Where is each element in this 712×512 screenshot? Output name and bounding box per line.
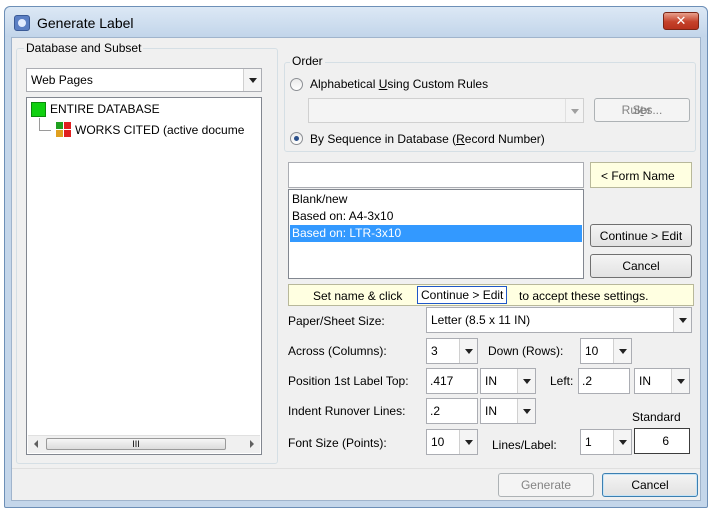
- left-position-label: Left:: [550, 374, 574, 388]
- chevron-down-icon[interactable]: [613, 430, 631, 454]
- form-name-tag: < Form Name: [590, 162, 692, 188]
- database-select[interactable]: Web Pages: [26, 68, 262, 92]
- top-position-label: Position 1st Label Top:: [288, 374, 409, 388]
- sequence-radio[interactable]: [290, 132, 303, 145]
- lines-select[interactable]: 1: [580, 429, 632, 455]
- alphabetical-label[interactable]: Alphabetical Using Custom Rules: [310, 77, 488, 91]
- hint-continue-link[interactable]: Continue > Edit: [417, 286, 508, 304]
- top-unit-select[interactable]: IN: [480, 368, 536, 394]
- tree-connector: [39, 118, 40, 130]
- alphabetical-radio[interactable]: [290, 78, 303, 91]
- paper-size-label: Paper/Sheet Size:: [288, 314, 385, 328]
- chevron-down-icon[interactable]: [459, 339, 477, 363]
- grid-icon: [56, 122, 72, 138]
- list-item[interactable]: Based on: LTR-3x10: [290, 225, 582, 242]
- horizontal-scrollbar[interactable]: III: [28, 435, 260, 453]
- custom-rules-select[interactable]: [308, 98, 584, 123]
- standard-input[interactable]: 6: [634, 428, 690, 454]
- chevron-down-icon[interactable]: [565, 99, 583, 122]
- app-icon: [14, 15, 30, 31]
- cancel-button[interactable]: Cancel: [602, 473, 698, 497]
- database-group-label: Database and Subset: [24, 41, 144, 55]
- database-select-value: Web Pages: [31, 73, 93, 87]
- subset-tree[interactable]: ENTIRE DATABASE WORKS CITED (active docu…: [26, 97, 262, 455]
- chevron-down-icon[interactable]: [459, 430, 477, 454]
- scroll-right-icon[interactable]: [250, 440, 254, 448]
- chevron-down-icon[interactable]: [517, 369, 535, 393]
- scroll-left-icon[interactable]: [34, 440, 38, 448]
- generate-button[interactable]: Generate: [498, 473, 594, 497]
- chevron-down-icon[interactable]: [517, 399, 535, 423]
- title-bar[interactable]: Generate Label ✕: [5, 7, 707, 37]
- tree-item-works-cited[interactable]: WORKS CITED (active docume: [75, 123, 261, 137]
- chevron-down-icon[interactable]: [673, 308, 691, 332]
- form-list[interactable]: Blank/new Based on: A4-3x10 Based on: LT…: [288, 189, 584, 279]
- list-item[interactable]: Based on: A4-3x10: [290, 208, 582, 225]
- font-size-label: Font Size (Points):: [288, 436, 387, 450]
- chevron-down-icon[interactable]: [671, 369, 689, 393]
- close-button[interactable]: ✕: [663, 12, 699, 30]
- indent-input[interactable]: .2: [426, 398, 478, 424]
- sequence-label[interactable]: By Sequence in Database (Record Number): [310, 132, 545, 146]
- form-cancel-button[interactable]: Cancel: [590, 254, 692, 278]
- down-label: Down (Rows):: [488, 344, 564, 358]
- left-position-input[interactable]: .2: [578, 368, 630, 394]
- window-title: Generate Label: [37, 15, 134, 31]
- footer-divider: [12, 468, 700, 469]
- continue-edit-button[interactable]: Continue > Edit: [590, 224, 692, 247]
- standard-label: Standard: [632, 410, 681, 424]
- lines-label: Lines/Label:: [492, 438, 557, 452]
- across-select[interactable]: 3: [426, 338, 478, 364]
- chevron-down-icon[interactable]: [243, 69, 261, 91]
- list-item[interactable]: Blank/new: [290, 191, 582, 208]
- scroll-thumb[interactable]: III: [46, 438, 226, 450]
- tree-connector: [39, 130, 51, 131]
- paper-size-select[interactable]: Letter (8.5 x 11 IN): [426, 307, 692, 333]
- font-size-select[interactable]: 10: [426, 429, 478, 455]
- form-name-input[interactable]: [288, 162, 584, 188]
- indent-label: Indent Runover Lines:: [288, 404, 406, 418]
- chevron-down-icon[interactable]: [613, 339, 631, 363]
- order-group-label: Order: [290, 54, 325, 68]
- indent-unit-select[interactable]: IN: [480, 398, 536, 424]
- down-select[interactable]: 10: [580, 338, 632, 364]
- dialog-body: Database and Subset Web Pages ENTIRE DAT…: [11, 37, 701, 501]
- instruction-hint: Set name & click Continue > Edit to acce…: [288, 284, 694, 306]
- sort-rules-button[interactable]: Sor t Rules...: [594, 98, 690, 122]
- left-unit-select[interactable]: IN: [634, 368, 690, 394]
- tree-item-entire-database[interactable]: ENTIRE DATABASE: [50, 102, 160, 116]
- top-position-input[interactable]: .417: [426, 368, 478, 394]
- generate-label-window: Generate Label ✕ Database and Subset Web…: [4, 6, 708, 508]
- across-label: Across (Columns):: [288, 344, 387, 358]
- green-square-icon: [31, 102, 46, 117]
